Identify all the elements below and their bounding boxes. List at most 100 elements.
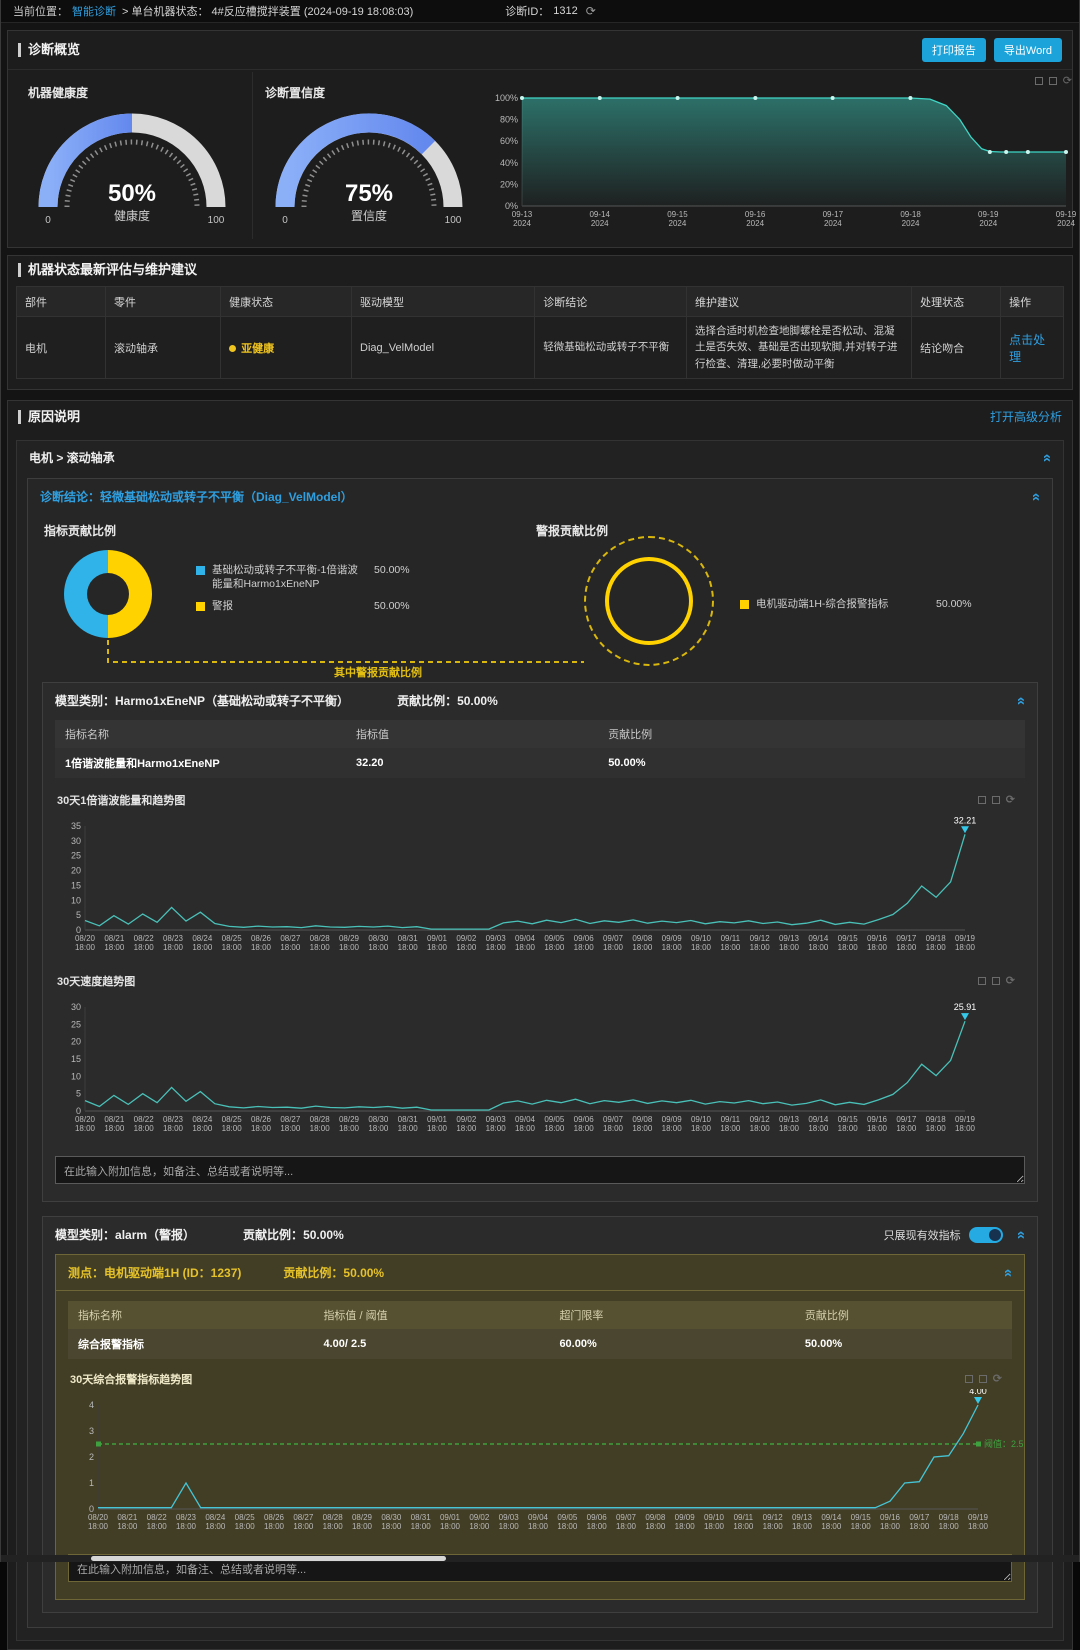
col-model: 驱动模型 [352, 287, 535, 317]
toolbox-refresh-icon[interactable]: ⟳ [1006, 976, 1015, 986]
svg-text:09/1018:00: 09/1018:00 [691, 1115, 712, 1133]
svg-text:25: 25 [71, 1019, 81, 1029]
svg-text:08/2618:00: 08/2618:00 [251, 1115, 272, 1133]
svg-text:阈值：2.5: 阈值：2.5 [984, 1438, 1024, 1449]
svg-text:09/1818:00: 09/1818:00 [926, 934, 947, 952]
scrollbar-thumb[interactable] [91, 1556, 446, 1561]
horizontal-scrollbar[interactable] [1, 1555, 1079, 1562]
toolbox-restore-icon[interactable] [1049, 77, 1057, 85]
svg-text:09/0718:00: 09/0718:00 [616, 1513, 637, 1531]
assessment-panel: 机器状态最新评估与维护建议 部件 零件 健康状态 驱动模型 诊断结论 维护建议 … [7, 255, 1073, 390]
contribution-donuts: 指标贡献比例 基础松动或转子不平衡-1倍谐波能量和Harmo1xEneNP 50… [28, 514, 1052, 682]
breadcrumb: 当前位置： 智能诊断 > 单台机器状态： 4#反应槽搅拌装置 (2024-09-… [1, 0, 1079, 23]
toolbox-refresh-icon[interactable]: ⟳ [1063, 76, 1072, 86]
collapse-icon[interactable]: « [1016, 696, 1026, 704]
cell-action: 点击处理 [1001, 317, 1064, 379]
svg-text:09/1118:00: 09/1118:00 [720, 934, 741, 952]
svg-text:09/1718:00: 09/1718:00 [909, 1513, 930, 1531]
col-value-threshold: 指标值 / 阈值 [313, 1301, 549, 1329]
collapse-icon[interactable]: « [1042, 453, 1052, 461]
cell-indicator-value: 32.20 [346, 748, 598, 778]
table-row: 综合报警指标 4.00/ 2.5 60.00% 50.00% [68, 1329, 1012, 1359]
velocity-trend-chart[interactable]: 05101520253008/2018:0008/2118:0008/2218:… [55, 991, 1025, 1144]
svg-text:09/0818:00: 09/0818:00 [645, 1513, 666, 1531]
svg-text:09-182024: 09-182024 [900, 210, 921, 228]
legend-label: 电机驱动端1H-综合报警指标 [756, 598, 926, 612]
svg-text:09-192024: 09-192024 [978, 210, 999, 228]
svg-text:100: 100 [445, 215, 462, 226]
svg-text:09/0918:00: 09/0918:00 [675, 1513, 696, 1531]
svg-text:09/1518:00: 09/1518:00 [838, 934, 859, 952]
svg-text:09/0518:00: 09/0518:00 [544, 934, 565, 952]
refresh-icon[interactable]: ⟳ [586, 4, 596, 18]
svg-text:08/2918:00: 08/2918:00 [352, 1513, 373, 1531]
svg-text:08/2118:00: 08/2118:00 [104, 1115, 125, 1133]
svg-text:08/2218:00: 08/2218:00 [147, 1513, 168, 1531]
advanced-analysis-link[interactable]: 打开高级分析 [990, 408, 1062, 425]
svg-text:08/2518:00: 08/2518:00 [235, 1513, 256, 1531]
svg-text:09/1418:00: 09/1418:00 [821, 1513, 842, 1531]
svg-text:09/0818:00: 09/0818:00 [632, 934, 653, 952]
valid-indicators-toggle[interactable] [969, 1227, 1003, 1243]
svg-text:09/1218:00: 09/1218:00 [763, 1513, 784, 1531]
nav-smart-diagnosis-link[interactable]: 智能诊断 [72, 3, 116, 19]
collapse-icon[interactable]: « [1003, 1268, 1013, 1276]
svg-text:20: 20 [71, 866, 81, 876]
toolbox-zoom-icon[interactable] [965, 1375, 973, 1383]
toolbox-restore-icon[interactable] [979, 1375, 987, 1383]
svg-text:0: 0 [282, 215, 288, 226]
svg-text:20: 20 [71, 1037, 81, 1047]
svg-text:08/2818:00: 08/2818:00 [310, 1115, 331, 1133]
reason-panel: 原因说明 打开高级分析 电机 > 滚动轴承 « 诊断结论：轻微基础松动或转子不平… [7, 400, 1073, 1650]
svg-text:08/2418:00: 08/2418:00 [205, 1513, 226, 1531]
svg-text:09/1018:00: 09/1018:00 [691, 934, 712, 952]
point-contrib-value: 50.00% [343, 1266, 384, 1280]
toolbox-zoom-icon[interactable] [978, 977, 986, 985]
svg-text:09/1618:00: 09/1618:00 [880, 1513, 901, 1531]
svg-text:09/1818:00: 09/1818:00 [926, 1115, 947, 1133]
cell-part: 电机 [17, 317, 106, 379]
health-gauge-title: 机器健康度 [16, 78, 252, 101]
note-input[interactable] [55, 1156, 1025, 1184]
svg-text:08/2818:00: 08/2818:00 [323, 1513, 344, 1531]
alarm-donut[interactable] [605, 557, 693, 645]
confidence-gauge: 诊断置信度 75%置信度0100 [252, 72, 488, 239]
svg-text:置信度: 置信度 [351, 208, 387, 223]
col-part: 部件 [17, 287, 106, 317]
toolbox-refresh-icon[interactable]: ⟳ [993, 1374, 1002, 1384]
svg-text:09/1318:00: 09/1318:00 [779, 1115, 800, 1133]
cell-indicator-name: 1倍谐波能量和Harmo1xEneNP [55, 748, 346, 778]
print-report-button[interactable]: 打印报告 [922, 38, 986, 62]
collapse-icon[interactable]: « [1031, 492, 1041, 500]
toolbox-zoom-icon[interactable] [1035, 77, 1043, 85]
svg-text:09/0918:00: 09/0918:00 [662, 1115, 683, 1133]
svg-text:75%: 75% [345, 180, 393, 207]
svg-text:09/0118:00: 09/0118:00 [427, 934, 448, 952]
toolbox-restore-icon[interactable] [992, 796, 1000, 804]
col-action: 操作 [1001, 287, 1064, 317]
svg-text:09/1218:00: 09/1218:00 [750, 934, 771, 952]
toolbox-zoom-icon[interactable] [978, 796, 986, 804]
handle-action-link[interactable]: 点击处理 [1009, 333, 1045, 364]
col-indicator-value: 指标值 [346, 720, 598, 748]
indicator-donut[interactable] [64, 550, 152, 638]
svg-text:08/2818:00: 08/2818:00 [310, 934, 331, 952]
col-status: 处理状态 [912, 287, 1001, 317]
svg-text:健康度: 健康度 [114, 208, 150, 223]
svg-text:32.21: 32.21 [954, 815, 977, 825]
collapse-icon[interactable]: « [1016, 1230, 1026, 1238]
svg-text:60%: 60% [500, 136, 518, 146]
alarm-trend-chart[interactable]: 0123408/2018:0008/2118:0008/2218:0008/23… [68, 1389, 1012, 1542]
harmonic-trend-chart[interactable]: 0510152025303508/2018:0008/2118:0008/221… [55, 810, 1025, 963]
toolbox-refresh-icon[interactable]: ⟳ [1006, 795, 1015, 805]
svg-text:09/0918:00: 09/0918:00 [662, 934, 683, 952]
svg-text:09-162024: 09-162024 [745, 210, 766, 228]
export-word-button[interactable]: 导出Word [994, 38, 1062, 62]
col-component: 零件 [105, 287, 220, 317]
indicator-donut-title: 指标贡献比例 [44, 522, 116, 539]
svg-text:5: 5 [76, 910, 81, 920]
connector-label: 其中警报贡献比例 [278, 664, 478, 680]
toolbox-restore-icon[interactable] [992, 977, 1000, 985]
health-trend-chart[interactable]: ⟳ 0%20%40%60%80%100%09-13202409-14202409… [488, 72, 1080, 239]
svg-text:0: 0 [45, 215, 51, 226]
